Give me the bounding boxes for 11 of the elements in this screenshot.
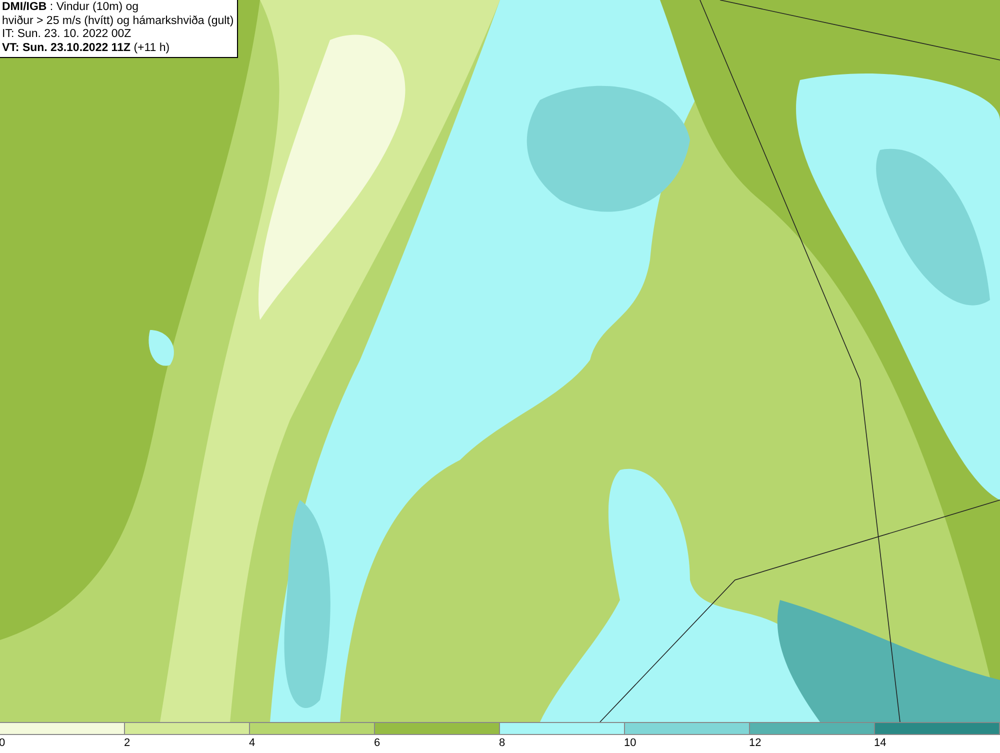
title-line: hviður > 25 m/s (hvítt) og hámarkshviða (gult) xyxy=(2,14,234,28)
legend-label: 4 xyxy=(249,736,256,750)
legend-label: 12 xyxy=(749,736,762,750)
title-line: IT: Sun. 23. 10. 2022 00Z xyxy=(2,28,132,42)
legend-label: 14 xyxy=(874,736,886,750)
legend-label: 10 xyxy=(624,736,636,750)
title-line: VT: Sun. 23.10.2022 11Z (+11 h) xyxy=(2,42,171,55)
legend-label: 6 xyxy=(374,736,380,750)
legend-label: 8 xyxy=(499,736,506,750)
legend-label: 2 xyxy=(124,736,130,750)
title-line: DMI/IGB : Vindur (10m) og xyxy=(2,1,140,14)
